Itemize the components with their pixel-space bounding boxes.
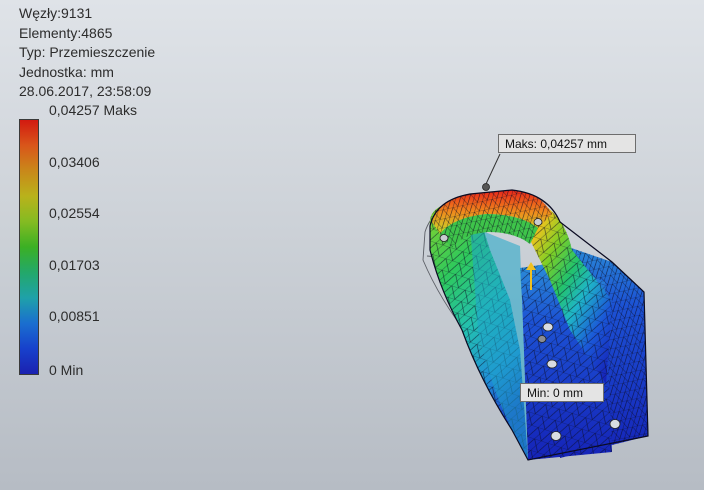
min-displacement-probe[interactable]: Min: 0 mm [520, 383, 604, 402]
max-displacement-probe[interactable]: Maks: 0,04257 mm [498, 134, 636, 153]
deformed-part-mesh [429, 153, 649, 461]
model-viewport[interactable] [0, 0, 704, 490]
